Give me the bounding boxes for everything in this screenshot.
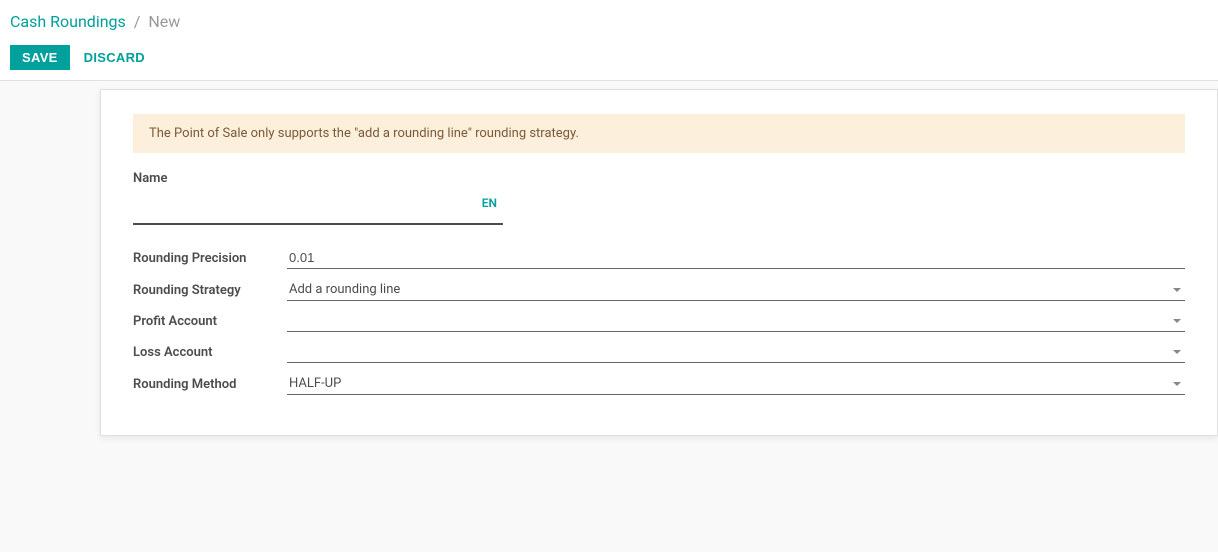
page-header: Cash Roundings / New SAVE DISCARD [0, 0, 1218, 81]
rounding-method-value: HALF-UP [287, 373, 1185, 394]
loss-account-label: Loss Account [133, 345, 283, 360]
rounding-method-select[interactable]: HALF-UP [287, 373, 1185, 395]
discard-button[interactable]: DISCARD [84, 50, 145, 65]
rounding-method-label: Rounding Method [133, 377, 283, 392]
breadcrumb-separator: / [134, 12, 141, 31]
breadcrumb-root-link[interactable]: Cash Roundings [10, 12, 126, 31]
name-input-wrap: EN [133, 190, 503, 225]
form-sheet: The Point of Sale only supports the "add… [100, 89, 1218, 436]
save-button[interactable]: SAVE [10, 45, 70, 70]
form-grid: Rounding Precision Rounding Strategy Add… [133, 247, 1185, 395]
name-input[interactable] [133, 190, 503, 225]
action-bar: SAVE DISCARD [10, 45, 1208, 70]
loss-account-select[interactable] [287, 342, 1185, 363]
loss-account-value [287, 342, 1185, 362]
breadcrumb-current: New [148, 12, 180, 31]
name-field-block: Name EN [133, 171, 1185, 225]
rounding-precision-input[interactable] [287, 247, 1185, 269]
language-badge[interactable]: EN [482, 196, 497, 210]
profit-account-value [287, 311, 1185, 331]
name-label: Name [133, 171, 1185, 186]
rounding-strategy-select[interactable]: Add a rounding line [287, 279, 1185, 301]
rounding-strategy-label: Rounding Strategy [133, 283, 283, 298]
breadcrumb: Cash Roundings / New [10, 12, 1208, 31]
rounding-strategy-value: Add a rounding line [287, 279, 1185, 300]
alert-warning: The Point of Sale only supports the "add… [133, 114, 1185, 153]
rounding-precision-label: Rounding Precision [133, 251, 283, 266]
profit-account-select[interactable] [287, 311, 1185, 332]
profit-account-label: Profit Account [133, 314, 283, 329]
content-area: The Point of Sale only supports the "add… [0, 89, 1218, 436]
